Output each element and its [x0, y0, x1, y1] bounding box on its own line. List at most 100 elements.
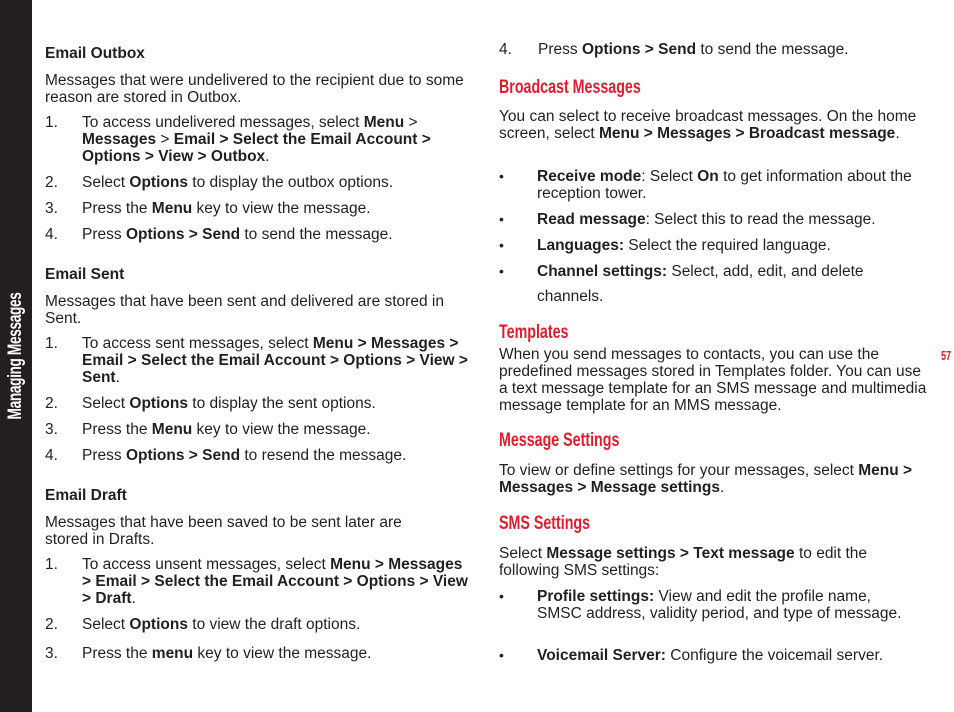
broadcast-intro: You can select to receive broadcast mess… [499, 108, 919, 142]
bullet-icon: • [499, 588, 504, 604]
text-run: Options [129, 174, 188, 191]
side-tab-label: Managing Messages [5, 268, 27, 444]
side-tab-text: Managing Messages [5, 292, 26, 420]
sms-bullet-profile-settings: • Profile settings: View and edit the pr… [499, 588, 909, 622]
text-run: Message Settings [499, 430, 620, 451]
sent-step-3: 3. Press the Menu key to view the messag… [45, 421, 470, 438]
text-run: Profile settings: [537, 588, 655, 605]
step-text: Select Options to display the sent optio… [82, 395, 470, 412]
text-run: key to view the message. [192, 421, 371, 438]
text-run: Messages [82, 131, 157, 148]
outbox-intro: Messages that were undelivered to the re… [45, 72, 464, 106]
bullet-continuation: channels. [537, 288, 604, 305]
text-run: Options > Send [125, 226, 241, 243]
bullet-text: Voicemail Server: Configure the voicemai… [537, 647, 929, 664]
step-number: 3. [45, 200, 58, 217]
text-run: Channel settings: [537, 263, 668, 280]
text-run: . [895, 125, 900, 142]
text-run: Configure the voicemail server. [665, 647, 884, 664]
broadcast-bullet-languages: • Languages: Select the required languag… [499, 237, 929, 254]
step-text: Press the Menu key to view the message. [82, 421, 470, 438]
step-text: Press the menu key to view the message. [82, 645, 470, 662]
text-run: . [115, 369, 120, 386]
outbox-step-3: 3. Press the Menu key to view the messag… [45, 200, 470, 217]
draft-step-1: 1. To access unsent messages, select Men… [45, 556, 470, 607]
bullet-icon: • [499, 263, 504, 279]
step-text: Press Options > Send to resend the messa… [82, 447, 470, 464]
text-run: . [719, 479, 725, 496]
step-number: 1. [45, 114, 58, 131]
text-run: Select, add, edit, and delete [667, 263, 864, 280]
text-run: Options [129, 395, 188, 412]
section-heading-message-settings: Message Settings [499, 430, 660, 451]
outbox-step-4: 4. Press Options > Send to send the mess… [45, 226, 470, 243]
text-run: : Select [641, 168, 698, 185]
draft-intro: Messages that have been saved to be sent… [45, 514, 402, 548]
step-number: 1. [45, 556, 58, 573]
text-run: to resend the message. [240, 447, 407, 464]
bullet-text: Receive mode: Select On to get informati… [537, 168, 929, 202]
sms-bullet-voicemail-server: • Voicemail Server: Configure the voicem… [499, 647, 929, 664]
message-settings-intro: To view or define settings for your mess… [499, 462, 919, 496]
step-number: 2. [45, 395, 58, 412]
bullet-icon: • [499, 647, 504, 663]
text-run: Select [499, 545, 547, 562]
text-run: to send the message. [240, 226, 393, 243]
sent-intro: Messages that have been sent and deliver… [45, 293, 444, 327]
text-run: . [131, 590, 136, 607]
step-text: To access undelivered messages, select M… [82, 114, 470, 165]
text-run: Options > Send [581, 41, 697, 58]
text-run: menu [151, 645, 194, 662]
step-number: 2. [45, 174, 58, 191]
text-run: Press the [82, 645, 152, 662]
step-text: Press Options > Send to send the message… [82, 226, 470, 243]
text-run: Press [538, 41, 582, 58]
text-run: Receive mode [537, 168, 642, 185]
draft-step-2: 2. Select Options to view the draft opti… [45, 616, 470, 633]
text-run: . [265, 148, 270, 165]
outbox-step-2: 2. Select Options to display the outbox … [45, 174, 470, 191]
sms-settings-intro: Select Message settings > Text message t… [499, 545, 909, 579]
broadcast-bullet-channel-settings: • Channel settings: Select, add, edit, a… [499, 263, 929, 305]
text-run: Press [82, 447, 126, 464]
step-text: To access unsent messages, select Menu >… [82, 556, 470, 607]
text-run: Voicemail Server: [537, 647, 666, 664]
text-run: key to view the message. [193, 645, 372, 662]
broadcast-bullet-read-message: • Read message: Select this to read the … [499, 211, 929, 228]
text-run: to send the message. [696, 41, 849, 58]
text-run: to view the draft options. [187, 616, 361, 633]
text-run: Message settings > Text message [546, 545, 795, 562]
bullet-text: Channel settings: Select, add, edit, and… [537, 263, 929, 305]
text-run: Press the [82, 421, 152, 438]
text-run: Select the required language. [623, 237, 831, 254]
text-run: Languages: [537, 237, 624, 254]
sent-step-1: 1. To access sent messages, select Menu … [45, 335, 470, 386]
text-run: Menu > Messages > Broadcast message [598, 125, 896, 142]
text-run: Select [82, 616, 130, 633]
step-number: 3. [45, 421, 58, 438]
text-run: SMS Settings [499, 513, 591, 534]
step-text: Press the Menu key to view the message. [82, 200, 470, 217]
text-run: Press the [82, 200, 152, 217]
sent-step-2: 2. Select Options to display the sent op… [45, 395, 470, 412]
text-run: To view or define settings for your mess… [499, 462, 859, 479]
step-number: 4. [499, 41, 512, 58]
section-heading-email-sent: Email Sent [45, 266, 125, 283]
text-run: Options > Send [125, 447, 241, 464]
templates-body: When you send messages to contacts, you … [499, 346, 927, 414]
step-number: 4. [45, 226, 58, 243]
bullet-icon: • [499, 237, 504, 253]
continued-step-4: 4. Press Options > Send to send the mess… [499, 41, 929, 58]
text-run: To access unsent messages, select [82, 556, 331, 573]
bullet-text: Languages: Select the required language. [537, 237, 929, 254]
text-run: On [697, 168, 719, 185]
text-run: Read message [537, 211, 646, 228]
text-run: to display the sent options. [187, 395, 376, 412]
bullet-icon: • [499, 168, 504, 184]
section-heading-broadcast-messages: Broadcast Messages [499, 78, 688, 97]
bullet-text: Profile settings: View and edit the prof… [537, 588, 909, 622]
step-number: 3. [45, 645, 58, 662]
text-run: : Select this to read the message. [645, 211, 876, 228]
step-text: Select Options to display the outbox opt… [82, 174, 470, 191]
outbox-step-1: 1. To access undelivered messages, selec… [45, 114, 470, 165]
